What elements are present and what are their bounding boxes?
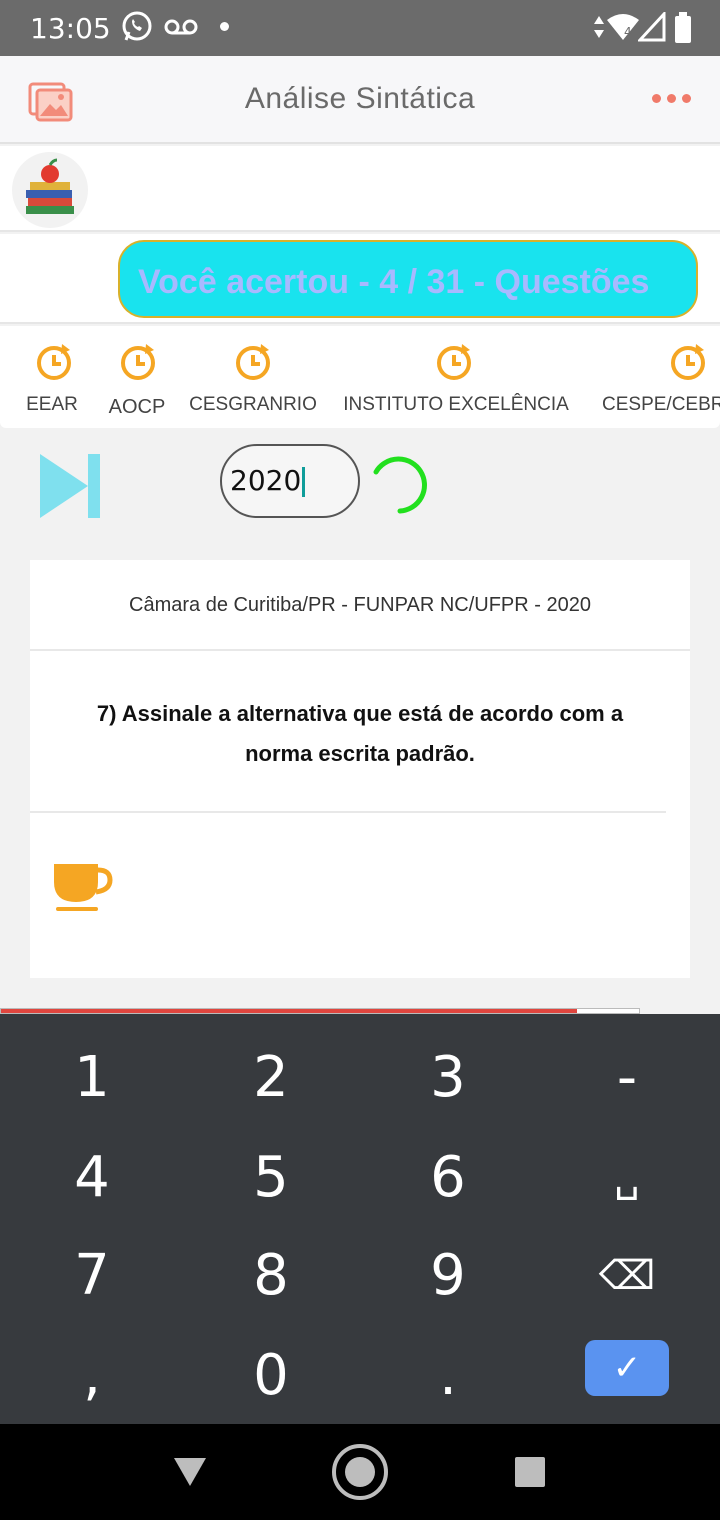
home-icon[interactable] [330, 1442, 390, 1502]
key-8[interactable]: 8 [181, 1226, 361, 1326]
key-4[interactable]: 4 [2, 1128, 182, 1228]
question-source: Câmara de Curitiba/PR - FUNPAR NC/UFPR -… [129, 594, 591, 616]
coffee-cup-icon[interactable] [52, 860, 114, 914]
history-clock-icon [437, 344, 471, 380]
enter-button[interactable]: ✓ [585, 1340, 669, 1396]
tab-cesgranrio[interactable]: CESGRANRIO [188, 326, 318, 428]
key-6[interactable]: 6 [358, 1128, 538, 1228]
more-options-icon[interactable] [652, 94, 692, 106]
voicemail-icon [164, 19, 198, 35]
recents-icon[interactable] [514, 1456, 546, 1488]
key-2[interactable]: 2 [181, 1028, 361, 1128]
divider [30, 649, 690, 651]
year-input[interactable]: 2020 [220, 444, 360, 518]
app-bar: Análise Sintática [0, 56, 720, 144]
text-caret [302, 467, 306, 497]
loading-spinner [373, 456, 427, 514]
score-row: Você acertou - 4 / 31 - Questões [0, 234, 720, 324]
back-icon[interactable] [172, 1456, 208, 1488]
status-bar: 13:05 4 [0, 0, 720, 56]
tab-eear[interactable]: EEAR [14, 326, 90, 428]
signal-icon [638, 12, 666, 42]
profile-row [0, 146, 720, 232]
svg-text:4: 4 [624, 25, 632, 39]
key-space[interactable]: ␣ [537, 1128, 717, 1228]
page-title: Análise Sintática [244, 82, 476, 115]
notification-dot-icon [220, 22, 229, 31]
key-period[interactable]: . [358, 1326, 538, 1426]
history-clock-icon [121, 344, 155, 380]
system-nav-bar [0, 1424, 720, 1520]
tab-aocp[interactable]: AOCP [100, 326, 174, 428]
tab-instituto-excelencia[interactable]: INSTITUTO EXCELÊNCIA [340, 326, 572, 428]
question-text: 7) Assinale a alternativa que está de ac… [96, 701, 624, 766]
year-input-value: 2020 [230, 464, 302, 497]
wifi-icon: 4 [607, 14, 639, 40]
history-clock-icon [671, 344, 705, 380]
whatsapp-icon [122, 11, 152, 41]
check-icon: ✓ [612, 1348, 642, 1388]
key-5[interactable]: 5 [181, 1128, 361, 1228]
key-9[interactable]: 9 [358, 1226, 538, 1326]
key-0[interactable]: 0 [181, 1326, 361, 1426]
status-time: 13:05 [30, 12, 111, 45]
battery-icon [675, 12, 691, 43]
avatar[interactable] [12, 152, 88, 228]
key-comma[interactable]: , [2, 1326, 182, 1426]
key-backspace[interactable]: ⌫ [537, 1226, 717, 1326]
question-card: Câmara de Curitiba/PR - FUNPAR NC/UFPR -… [30, 560, 690, 978]
divider [30, 811, 666, 813]
numeric-keyboard: 1 2 3 - 4 5 6 ␣ 7 8 9 ⌫ , 0 . ✓ [0, 1014, 720, 1424]
skip-next-icon[interactable] [40, 454, 102, 518]
key-7[interactable]: 7 [2, 1226, 182, 1326]
tab-cespe-cebraspe[interactable]: CESPE/CEBRASPE [602, 326, 720, 428]
exam-board-tabs: EEAR AOCP CESGRANRIO INSTITUTO EXCELÊNCI… [0, 326, 720, 428]
ad-banner-bar [1, 1009, 577, 1013]
key-3[interactable]: 3 [358, 1028, 538, 1128]
score-badge: Você acertou - 4 / 31 - Questões [118, 240, 698, 318]
history-clock-icon [236, 344, 270, 380]
key-1[interactable]: 1 [2, 1028, 182, 1128]
books-apple-icon [26, 158, 74, 214]
history-clock-icon [37, 344, 71, 380]
data-arrows-icon [594, 16, 604, 38]
key-minus[interactable]: - [537, 1028, 717, 1128]
